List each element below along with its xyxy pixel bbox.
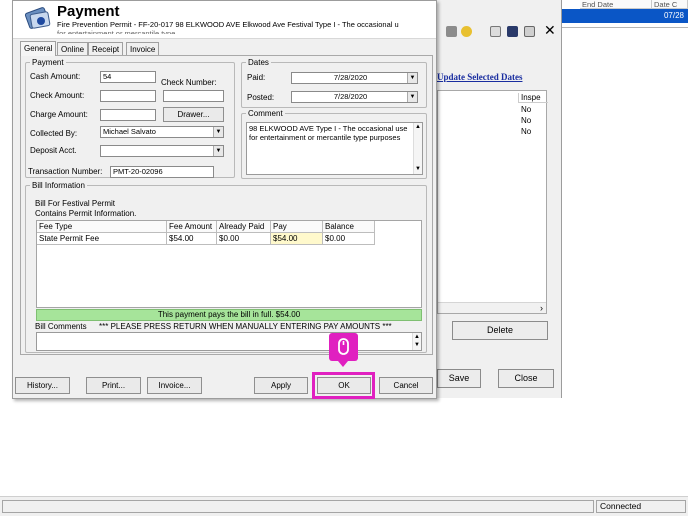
save-button[interactable]: Save <box>437 369 481 388</box>
payment-group-label: Payment <box>32 58 64 67</box>
inspection-column-header[interactable]: Inspe <box>518 93 548 103</box>
column-header-fee-type[interactable]: Fee Type <box>37 221 167 233</box>
tab-receipt[interactable]: Receipt <box>88 42 124 56</box>
tab-invoice[interactable]: Invoice <box>126 42 160 56</box>
paid-date-picker[interactable]: 7/28/2020 ▼ <box>291 72 418 84</box>
column-header-end-date[interactable]: End Date <box>580 0 652 9</box>
pay-amount-cell[interactable]: $54.00 <box>271 233 323 245</box>
column-header-balance[interactable]: Balance <box>323 221 375 233</box>
posted-label: Posted: <box>247 93 275 102</box>
list-item[interactable]: No <box>521 105 531 114</box>
comment-textarea[interactable]: 98 ELKWOOD AVE Type I - The occasional u… <box>246 122 423 175</box>
clock-icon[interactable] <box>461 26 472 37</box>
selected-row-date: 07/28 <box>663 11 684 20</box>
general-tab-panel: Payment Cash Amount: 54 Check Number: Ch… <box>20 55 433 355</box>
chevron-down-icon[interactable]: ▼ <box>213 127 223 137</box>
cancel-button[interactable]: Cancel <box>379 377 433 394</box>
scroll-right-icon[interactable]: › <box>540 303 543 313</box>
connection-status: Connected <box>596 500 686 513</box>
dialog-subtitle: Fire Prevention Permit - FF-20-017 98 EL… <box>57 20 399 29</box>
save-disk-icon[interactable] <box>507 26 518 37</box>
scroll-down-icon[interactable]: ▼ <box>414 341 420 350</box>
posted-date-value: 7/28/2020 <box>333 92 368 101</box>
chevron-down-icon[interactable]: ▼ <box>407 92 417 102</box>
paid-date-value: 7/28/2020 <box>333 73 368 82</box>
update-selected-dates-link[interactable]: Update Selected Dates <box>437 72 522 82</box>
fee-table: Fee Type Fee Amount Already Paid Pay Bal… <box>36 220 422 308</box>
fee-amount-cell[interactable]: $54.00 <box>167 233 217 245</box>
comment-group-label: Comment <box>248 109 283 118</box>
payment-logo-icon <box>24 7 51 29</box>
dialog-title: Payment <box>57 3 120 20</box>
cash-amount-input[interactable]: 54 <box>100 71 156 83</box>
bill-comments-textarea[interactable]: ▲ ▼ <box>36 332 422 351</box>
posted-date-picker[interactable]: 7/28/2020 ▼ <box>291 91 418 103</box>
drawer-button[interactable]: Drawer... <box>163 107 224 122</box>
deposit-acct-label: Deposit Acct. <box>30 146 77 155</box>
list-item[interactable]: No <box>521 116 531 125</box>
bill-comments-notice: *** PLEASE PRESS RETURN WHEN MANUALLY EN… <box>99 322 392 331</box>
invoice-button[interactable]: Invoice... <box>147 377 202 394</box>
charge-amount-input[interactable] <box>100 109 156 121</box>
bill-information-label: Bill Information <box>32 181 85 190</box>
close-button[interactable]: Close <box>498 369 554 388</box>
charge-amount-label: Charge Amount: <box>30 110 88 119</box>
highlight-box <box>312 372 375 399</box>
document-icon[interactable] <box>524 26 535 37</box>
bill-comments-label: Bill Comments <box>35 322 87 331</box>
apply-button[interactable]: Apply <box>254 377 308 394</box>
dialog-subtitle-continued: for entertainment or mercantile type <box>57 29 176 34</box>
click-indicator <box>329 333 358 361</box>
comment-text: 98 ELKWOOD AVE Type I - The occasional u… <box>249 124 408 142</box>
scroll-down-icon[interactable]: ▼ <box>415 165 421 174</box>
bill-description: Bill For Festival Permit <box>35 199 116 208</box>
status-bar-pane <box>2 500 594 513</box>
balance-cell[interactable]: $0.00 <box>323 233 375 245</box>
paid-label: Paid: <box>247 73 266 82</box>
click-indicator-pointer <box>338 361 348 367</box>
tab-general[interactable]: General <box>20 41 57 56</box>
column-header-already-paid[interactable]: Already Paid <box>217 221 271 233</box>
transaction-number-label: Transaction Number: <box>28 167 103 176</box>
cash-amount-label: Cash Amount: <box>30 72 81 81</box>
check-number-label: Check Number: <box>161 78 217 87</box>
bill-info-note: Contains Permit Information. <box>35 209 137 218</box>
check-amount-label: Check Amount: <box>30 91 85 100</box>
history-button[interactable]: History... <box>15 377 70 394</box>
check-amount-input[interactable] <box>100 90 156 102</box>
fee-type-cell[interactable]: State Permit Fee <box>37 233 167 245</box>
transaction-number-input[interactable]: PMT-20-02096 <box>110 166 214 178</box>
inspection-list: Inspe No No No <box>437 90 548 314</box>
collected-by-label: Collected By: <box>30 129 78 138</box>
tab-online[interactable]: Online <box>57 42 89 56</box>
printer-icon[interactable] <box>446 26 457 37</box>
collected-by-select[interactable]: Michael Salvato ▼ <box>100 126 224 138</box>
list-item[interactable]: No <box>521 127 531 136</box>
check-number-input[interactable] <box>163 90 224 102</box>
comment-scrollbar[interactable]: ▲ ▼ <box>413 123 422 174</box>
copy-icon[interactable] <box>490 26 501 37</box>
status-bar: Connected <box>0 496 688 516</box>
print-button[interactable]: Print... <box>86 377 141 394</box>
dialog-header: Payment Fire Prevention Permit - FF-20-0… <box>13 1 436 39</box>
payment-dialog: Payment Fire Prevention Permit - FF-20-0… <box>12 0 437 399</box>
horizontal-scrollbar[interactable]: › <box>438 302 546 313</box>
scroll-up-icon[interactable]: ▲ <box>415 123 421 132</box>
close-icon[interactable]: ✕ <box>544 22 556 39</box>
delete-button[interactable]: Delete <box>452 321 548 340</box>
column-header-date[interactable]: Date C <box>652 0 688 9</box>
bill-comments-scrollbar[interactable]: ▲ ▼ <box>412 333 421 350</box>
payment-status-message: This payment pays the bill in full. $54.… <box>36 309 422 321</box>
collected-by-value: Michael Salvato <box>103 127 156 136</box>
chevron-down-icon[interactable]: ▼ <box>213 146 223 156</box>
selected-grid-row[interactable]: 07/28 <box>562 9 688 23</box>
already-paid-cell[interactable]: $0.00 <box>217 233 271 245</box>
column-header-fee-amount[interactable]: Fee Amount <box>167 221 217 233</box>
chevron-down-icon[interactable]: ▼ <box>407 73 417 83</box>
dates-group-label: Dates <box>248 58 269 67</box>
deposit-acct-select[interactable]: ▼ <box>100 145 224 157</box>
column-header-pay[interactable]: Pay <box>271 221 323 233</box>
mouse-icon <box>338 338 349 355</box>
